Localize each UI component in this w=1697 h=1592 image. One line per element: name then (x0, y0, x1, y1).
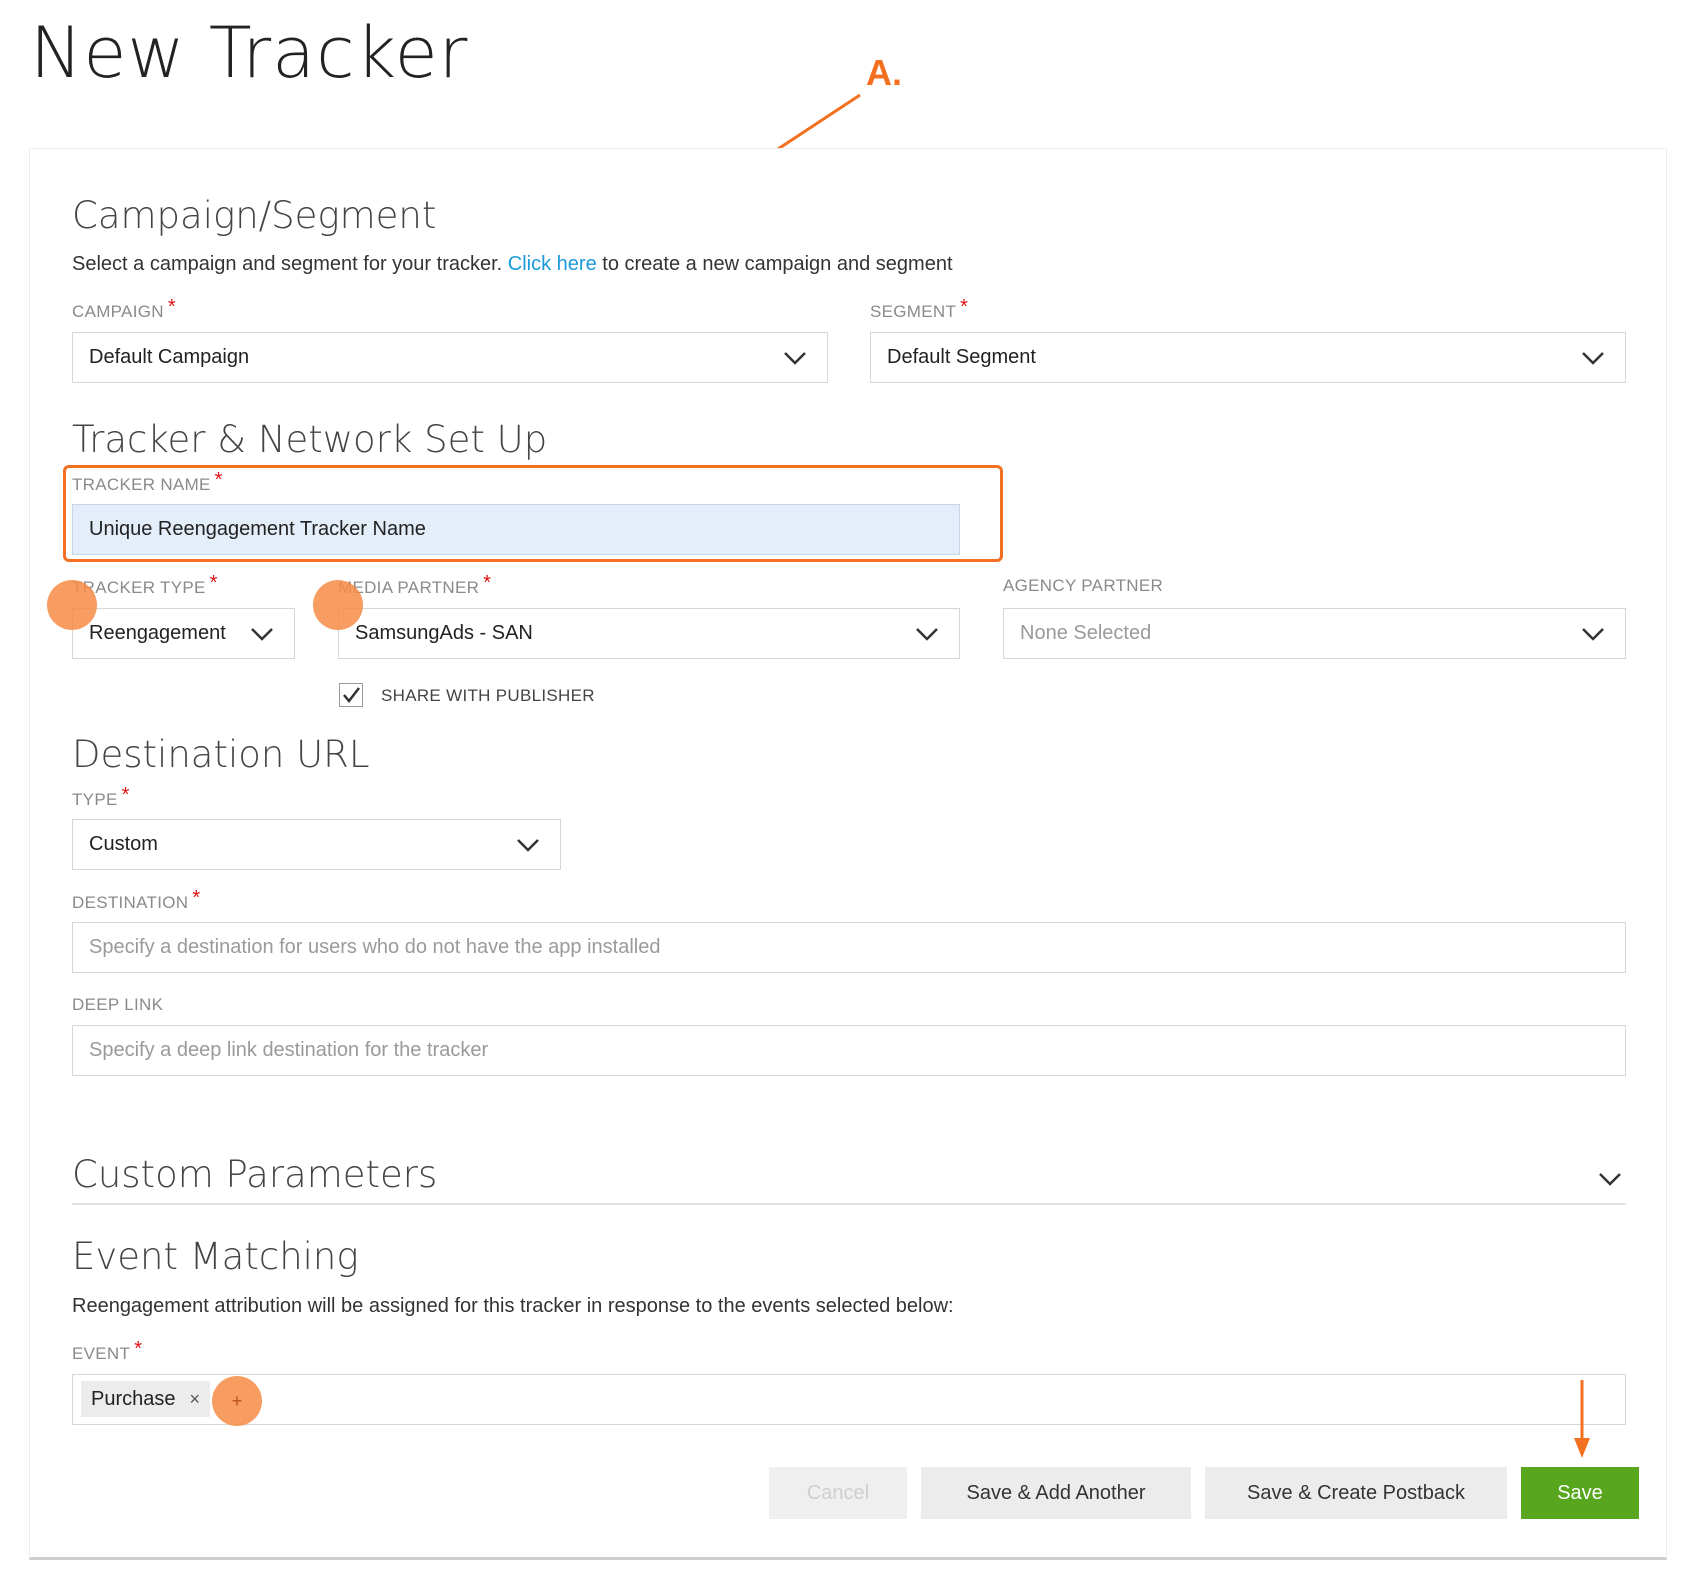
event-matching-description: Reengagement attribution will be assigne… (72, 1295, 954, 1317)
tracker-name-input[interactable]: Unique Reengagement Tracker Name (72, 504, 960, 555)
event-tag-label: Purchase (91, 1387, 176, 1410)
event-label: EVENT * (72, 1338, 143, 1363)
destination-type-select[interactable]: Custom (72, 819, 561, 870)
section-title-tracker-network: Tracker & Network Set Up (72, 418, 548, 461)
chevron-down-icon (251, 627, 273, 641)
share-with-publisher-label: SHARE WITH PUBLISHER (381, 686, 595, 705)
tracker-name-value: Unique Reengagement Tracker Name (89, 518, 426, 540)
share-with-publisher-checkbox[interactable] (339, 683, 363, 707)
deep-link-input[interactable]: Specify a deep link destination for the … (72, 1025, 1626, 1076)
campaign-value: Default Campaign (89, 346, 250, 368)
media-partner-value: SamsungAds - SAN (355, 622, 533, 644)
create-campaign-link[interactable]: Click here (508, 253, 597, 275)
chevron-down-icon (1582, 627, 1604, 641)
segment-select[interactable]: Default Segment (870, 332, 1626, 383)
destination-placeholder: Specify a destination for users who do n… (89, 936, 661, 958)
campaign-select[interactable]: Default Campaign (72, 332, 828, 383)
deep-link-label: DEEP LINK (72, 995, 164, 1014)
save-create-postback-button[interactable]: Save & Create Postback (1205, 1467, 1507, 1519)
checkmark-icon (343, 687, 360, 703)
destination-type-value: Custom (89, 833, 158, 855)
close-icon[interactable]: × (190, 1389, 201, 1410)
annotation-dot (47, 580, 97, 630)
campaign-segment-description: Select a campaign and segment for your t… (72, 253, 953, 276)
agency-partner-select[interactable]: None Selected (1003, 608, 1626, 659)
section-title-campaign-segment: Campaign/Segment (72, 194, 437, 237)
section-title-destination-url: Destination URL (72, 733, 370, 776)
destination-type-label: TYPE * (72, 784, 130, 809)
chevron-down-icon (1582, 351, 1604, 365)
tracker-name-label: TRACKER NAME * (72, 469, 223, 494)
tracker-type-select[interactable]: Reengagement (72, 608, 295, 659)
section-title-event-matching: Event Matching (72, 1235, 359, 1278)
cancel-button[interactable]: Cancel (769, 1467, 907, 1519)
chevron-down-icon[interactable] (1596, 1169, 1624, 1189)
save-add-another-button[interactable]: Save & Add Another (921, 1467, 1191, 1519)
event-tag: Purchase × (81, 1381, 211, 1417)
campaign-label: CAMPAIGN * (72, 296, 176, 321)
deep-link-placeholder: Specify a deep link destination for the … (89, 1039, 489, 1061)
save-button[interactable]: Save (1521, 1467, 1639, 1519)
description-prefix: Select a campaign and segment for your t… (72, 253, 503, 275)
agency-partner-label: AGENCY PARTNER (1003, 576, 1164, 595)
description-suffix: to create a new campaign and segment (602, 253, 953, 275)
destination-input[interactable]: Specify a destination for users who do n… (72, 922, 1626, 973)
section-title-custom-parameters[interactable]: Custom Parameters (72, 1153, 437, 1196)
custom-parameters-divider (72, 1203, 1626, 1205)
segment-value: Default Segment (887, 346, 1036, 368)
media-partner-select[interactable]: SamsungAds - SAN (338, 608, 960, 659)
tracker-type-value: Reengagement (89, 622, 226, 644)
destination-label: DESTINATION * (72, 887, 201, 912)
segment-label: SEGMENT * (870, 296, 969, 321)
agency-partner-value: None Selected (1020, 622, 1152, 644)
event-input[interactable] (72, 1374, 1626, 1425)
annotation-arrow-icon (1574, 1380, 1590, 1458)
page-title: New Tracker (30, 12, 469, 94)
chevron-down-icon (784, 351, 806, 365)
chevron-down-icon (916, 627, 938, 641)
chevron-down-icon (517, 838, 539, 852)
plus-icon[interactable]: + (212, 1376, 262, 1426)
annotation-dot (313, 580, 363, 630)
